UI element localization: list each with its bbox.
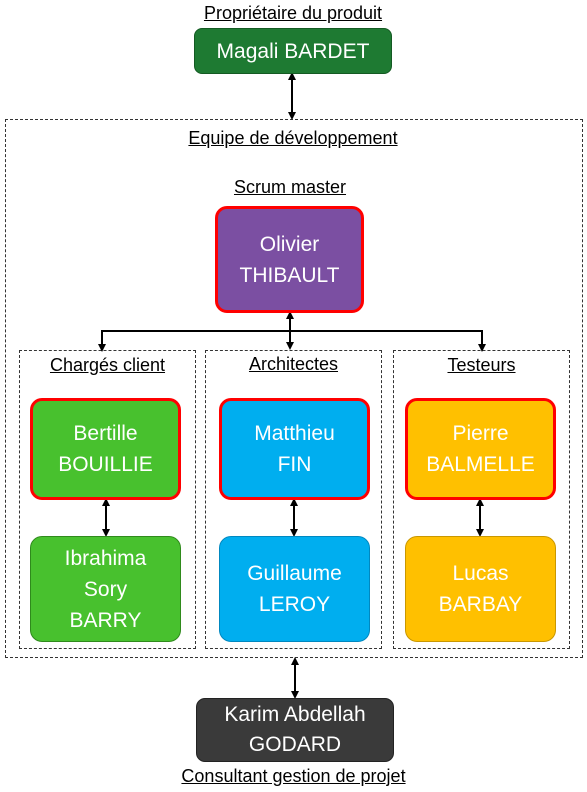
member-name-charges-client: Ibrahima Sory BARRY	[64, 546, 147, 632]
member-box-architectes: Guillaume LEROY	[219, 536, 370, 642]
lead-name-testeurs: Pierre BALMELLE	[426, 422, 535, 476]
lead-box-testeurs: Pierre BALMELLE	[405, 398, 556, 500]
consultant-box: Karim Abdellah GODARD	[196, 698, 394, 762]
lead-box-charges-client: Bertille BOUILLIE	[30, 398, 181, 500]
connectors	[98, 72, 486, 699]
scrum-master-name: Olivier THIBAULT	[239, 232, 340, 287]
consultant-name: Karim Abdellah GODARD	[224, 703, 366, 756]
consultant-title: Consultant gestion de projet	[181, 766, 406, 786]
member-box-testeurs: Lucas BARBAY	[405, 536, 556, 642]
lead-name-architectes: Matthieu FIN	[254, 422, 335, 476]
owner-title: Propriétaire du produit	[203, 3, 383, 23]
scrum-master-title: Scrum master	[233, 177, 347, 197]
group-title-charges-client: Chargés client	[49, 355, 166, 375]
group-title-testeurs: Testeurs	[447, 355, 516, 375]
scrum-master-box: Olivier THIBAULT	[215, 206, 364, 313]
lead-box-architectes: Matthieu FIN	[219, 398, 370, 500]
member-box-charges-client: Ibrahima Sory BARRY	[30, 536, 181, 642]
connector-branch	[101, 330, 483, 346]
lead-name-charges-client: Bertille BOUILLIE	[58, 422, 153, 476]
group-title-architectes: Architectes	[248, 354, 339, 374]
team-title: Equipe de développement	[188, 128, 398, 148]
owner-box: Magali BARDET	[194, 28, 392, 74]
member-name-testeurs: Lucas BARBAY	[438, 562, 523, 616]
member-name-architectes: Guillaume LEROY	[247, 562, 342, 616]
owner-name: Magali BARDET	[216, 39, 370, 63]
